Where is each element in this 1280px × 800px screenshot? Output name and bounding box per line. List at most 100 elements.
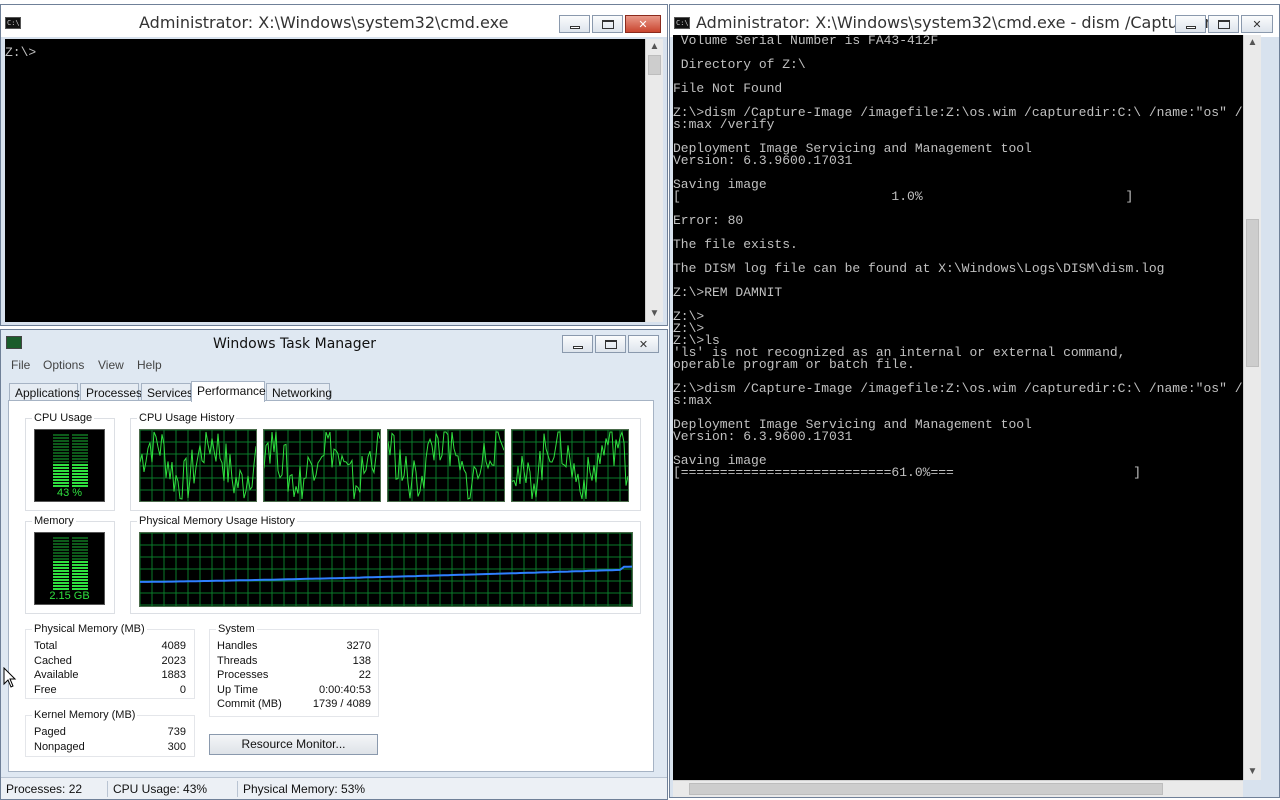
meter-segment	[53, 558, 69, 560]
row-label: Threads	[217, 655, 258, 667]
physical-memory-row: Cached 2023	[34, 655, 186, 669]
cmd-window-1-scrollbar[interactable]: ▲ ▼	[645, 39, 663, 322]
tab-services[interactable]: Services	[141, 383, 193, 401]
tab-performance[interactable]: Performance	[191, 381, 266, 402]
minimize-icon	[569, 25, 580, 29]
system-row: Up Time 0:00:40:53	[217, 684, 371, 698]
cmd-window-2-scrollbar[interactable]: ▲ ▼	[1243, 35, 1261, 780]
meter-segment	[53, 555, 69, 557]
physical-memory-history-title: Physical Memory Usage History	[137, 515, 297, 527]
cpu-history-plot	[512, 430, 628, 501]
cmd-window-1-console[interactable]: Z:\>	[5, 39, 645, 322]
menu-help[interactable]: Help	[137, 358, 162, 372]
minimize-button[interactable]	[562, 335, 593, 353]
cpu-history-group: CPU Usage History	[130, 412, 641, 511]
memory-history-plot	[140, 533, 632, 606]
meter-segment	[72, 467, 88, 469]
cmd-window-2-hscrollbar[interactable]	[673, 780, 1243, 797]
meter-segment	[72, 573, 88, 575]
physical-memory-history-group: Physical Memory Usage History	[130, 515, 641, 614]
close-button[interactable]: ✕	[628, 335, 659, 353]
menu-file[interactable]: File	[11, 358, 30, 372]
meter-segment	[53, 437, 69, 439]
scroll-thumb[interactable]	[648, 55, 661, 75]
meter-segment	[53, 473, 69, 475]
memory-meter: 2.15 GB	[34, 532, 105, 605]
status-physical-memory: Physical Memory: 53%	[243, 782, 366, 796]
restore-button[interactable]	[1208, 15, 1239, 33]
menu-options[interactable]: Options	[43, 358, 84, 372]
row-label: Cached	[34, 655, 72, 667]
scroll-thumb[interactable]	[1246, 219, 1259, 367]
cmd-window-2-titlebar[interactable]: C:\ Administrator: X:\Windows\system32\c…	[670, 5, 1279, 37]
task-manager-window[interactable]: Windows Task Manager ✕ File Options View…	[0, 329, 668, 800]
close-button[interactable]: ✕	[625, 15, 661, 33]
row-value: 4089	[161, 640, 186, 652]
minimize-icon	[572, 345, 583, 349]
meter-segment	[53, 461, 69, 463]
task-manager-titlebar[interactable]: Windows Task Manager ✕	[1, 330, 667, 354]
meter-segment	[72, 443, 88, 445]
meter-segment	[53, 458, 69, 460]
kernel-memory-row: Paged 739	[34, 726, 186, 740]
meter-segment	[72, 582, 88, 584]
console-line: [===========================61.0%=== ]	[673, 465, 1142, 480]
tab-networking[interactable]: Networking	[266, 383, 332, 401]
menu-view[interactable]: View	[98, 358, 124, 372]
memory-group: Memory 2.15 GB	[25, 515, 115, 614]
close-button[interactable]: ✕	[1241, 15, 1273, 33]
meter-segment	[72, 449, 88, 451]
system-title: System	[216, 623, 257, 635]
memory-value: 2.15 GB	[49, 590, 90, 602]
row-value: 2023	[161, 655, 186, 667]
console-line: Version: 6.3.9600.17031	[673, 429, 853, 444]
cmd-window-2-console[interactable]: Volume Serial Number is FA43-412F Direct…	[673, 35, 1243, 780]
meter-segment	[72, 482, 88, 484]
meter-segment	[72, 540, 88, 542]
meter-segment	[53, 576, 69, 578]
meter-segment	[53, 582, 69, 584]
console-app-icon: C:\	[674, 17, 690, 29]
meter-segment	[53, 561, 69, 563]
console-line: Z:\>	[5, 45, 37, 60]
console-line: Version: 6.3.9600.17031	[673, 153, 853, 168]
row-label: Up Time	[217, 684, 258, 696]
meter-segment	[72, 570, 88, 572]
memory-meter-bars	[53, 537, 88, 590]
meter-segment	[72, 552, 88, 554]
console-line: Volume Serial Number is FA43-412F	[673, 35, 939, 48]
meter-segment	[72, 564, 88, 566]
system-table: Handles 3270 Threads 138 Processes 22 Up Ti…	[217, 640, 371, 716]
row-value: 22	[358, 669, 371, 681]
cmd-window-1[interactable]: C:\ Administrator: X:\Windows\system32\c…	[0, 4, 668, 326]
scroll-up-arrow-icon[interactable]: ▲	[646, 39, 663, 55]
cmd-window-1-titlebar[interactable]: C:\ Administrator: X:\Windows\system32\c…	[1, 5, 667, 37]
scroll-down-arrow-icon[interactable]: ▼	[1244, 764, 1261, 780]
row-value: 300	[167, 741, 186, 753]
restore-button[interactable]	[592, 15, 623, 33]
meter-segment	[53, 452, 69, 454]
minimize-button[interactable]	[559, 15, 590, 33]
meter-segment	[72, 434, 88, 436]
minimize-button[interactable]	[1175, 15, 1206, 33]
resource-monitor-button[interactable]: Resource Monitor...	[209, 734, 378, 755]
meter-segment	[53, 546, 69, 548]
physical-memory-title: Physical Memory (MB)	[32, 623, 147, 635]
console-line: The DISM log file can be found at X:\Win…	[673, 261, 1165, 276]
tab-applications[interactable]: Applications	[9, 383, 80, 401]
scroll-up-arrow-icon[interactable]: ▲	[1244, 35, 1261, 51]
system-row: Commit (MB) 1739 / 4089	[217, 698, 371, 712]
cpu-history-title: CPU Usage History	[137, 412, 237, 424]
kernel-memory-table: Paged 739 Nonpaged 300	[34, 726, 186, 756]
cpu-history-graph-core-4	[511, 429, 629, 502]
hscroll-thumb[interactable]	[689, 783, 1163, 795]
meter-segment	[53, 579, 69, 581]
meter-segment	[53, 455, 69, 457]
meter-segment	[72, 464, 88, 466]
console-line: Z:\>REM DAMNIT	[673, 285, 783, 300]
tab-processes[interactable]: Processes	[80, 383, 142, 401]
cmd-window-2[interactable]: C:\ Administrator: X:\Windows\system32\c…	[669, 4, 1280, 798]
scroll-down-arrow-icon[interactable]: ▼	[646, 306, 663, 322]
restore-button[interactable]	[595, 335, 626, 353]
